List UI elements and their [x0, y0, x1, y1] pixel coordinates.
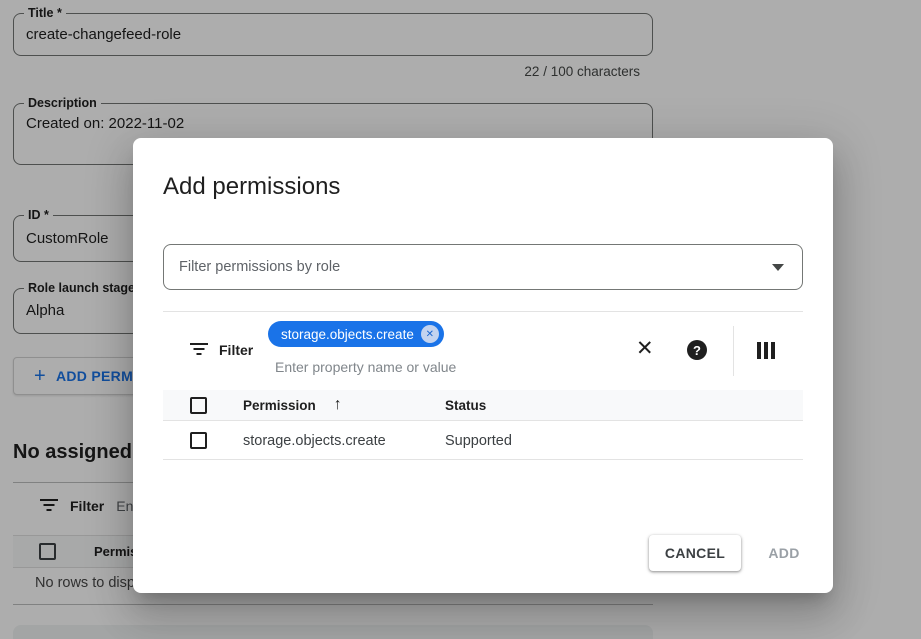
dialog-filter-label: Filter [219, 342, 253, 358]
filter-chip[interactable]: storage.objects.create ✕ [268, 321, 444, 347]
chevron-down-icon [772, 264, 784, 271]
status-column-header[interactable]: Status [445, 398, 486, 413]
cancel-button[interactable]: CANCEL [649, 535, 741, 571]
dialog-filter-button[interactable]: Filter [190, 342, 253, 358]
filter-chip-value: storage.objects.create [281, 327, 414, 342]
dialog-title: Add permissions [163, 173, 340, 201]
add-button[interactable]: ADD [749, 535, 819, 571]
help-icon[interactable]: ? [687, 340, 707, 360]
column-display-options-icon[interactable] [757, 342, 776, 359]
clear-filters-icon[interactable]: ✕ [636, 336, 654, 361]
toolbar-divider [733, 326, 734, 376]
filter-permissions-by-role-select[interactable]: Filter permissions by role [163, 244, 803, 290]
row-permission-cell: storage.objects.create [243, 433, 386, 449]
add-permissions-dialog: Add permissions Filter permissions by ro… [133, 138, 833, 593]
permission-column-header[interactable]: Permission [243, 398, 316, 413]
dialog-table-header: Permission ↑ Status [163, 390, 803, 421]
row-status-cell: Supported [445, 433, 512, 449]
role-select-placeholder: Filter permissions by role [179, 259, 772, 275]
dialog-filter-input-placeholder[interactable]: Enter property name or value [275, 359, 456, 375]
filter-icon [190, 343, 208, 357]
dialog-filter-toolbar: Filter storage.objects.create ✕ Enter pr… [163, 311, 803, 390]
select-all-checkbox[interactable] [190, 397, 207, 414]
screen: Title * create-changefeed-role 22 / 100 … [0, 0, 921, 639]
table-row[interactable]: storage.objects.create Supported [163, 422, 803, 460]
chip-remove-icon[interactable]: ✕ [421, 325, 439, 343]
row-checkbox[interactable] [190, 432, 207, 449]
sort-ascending-icon[interactable]: ↑ [334, 396, 342, 414]
